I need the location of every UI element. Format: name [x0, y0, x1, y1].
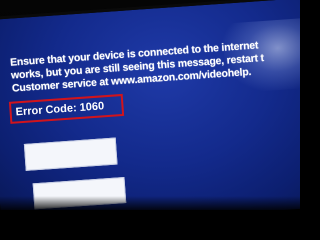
white-box-upper[interactable]	[23, 137, 118, 171]
error-code-highlight-box	[8, 93, 125, 124]
photo-bottom-shadow	[0, 196, 300, 210]
error-message: Ensure that your device is connected to …	[10, 36, 300, 95]
photo-frame: Ensure that your device is connected to …	[0, 0, 300, 210]
tv-screen: Ensure that your device is connected to …	[0, 0, 300, 210]
